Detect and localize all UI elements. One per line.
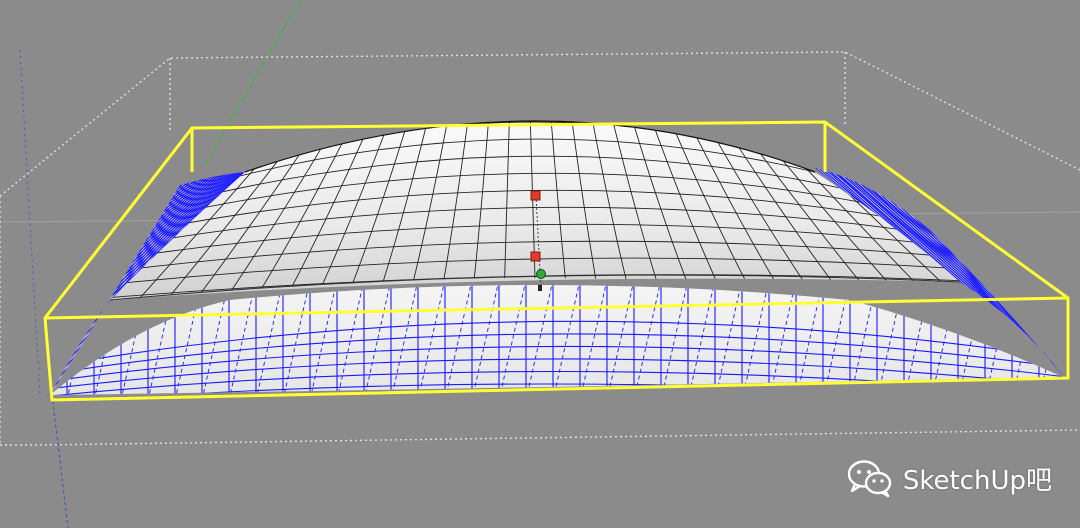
pivot-point[interactable] xyxy=(536,269,546,279)
wechat-logo-icon xyxy=(847,460,892,498)
pivot-base-marker xyxy=(538,285,542,291)
control-point-middle[interactable] xyxy=(530,251,541,262)
control-point-top[interactable] xyxy=(530,190,541,201)
model-scene[interactable] xyxy=(0,0,1080,528)
3d-viewport[interactable]: SketchUp吧 xyxy=(0,0,1080,528)
blue-axis-upper xyxy=(19,49,41,396)
curved-roof-surface[interactable] xyxy=(80,110,990,301)
green-axis-line xyxy=(204,0,301,166)
blue-axis-line xyxy=(51,394,69,528)
watermark: SketchUp吧 xyxy=(847,458,1052,498)
watermark-text: SketchUp吧 xyxy=(902,465,1052,496)
